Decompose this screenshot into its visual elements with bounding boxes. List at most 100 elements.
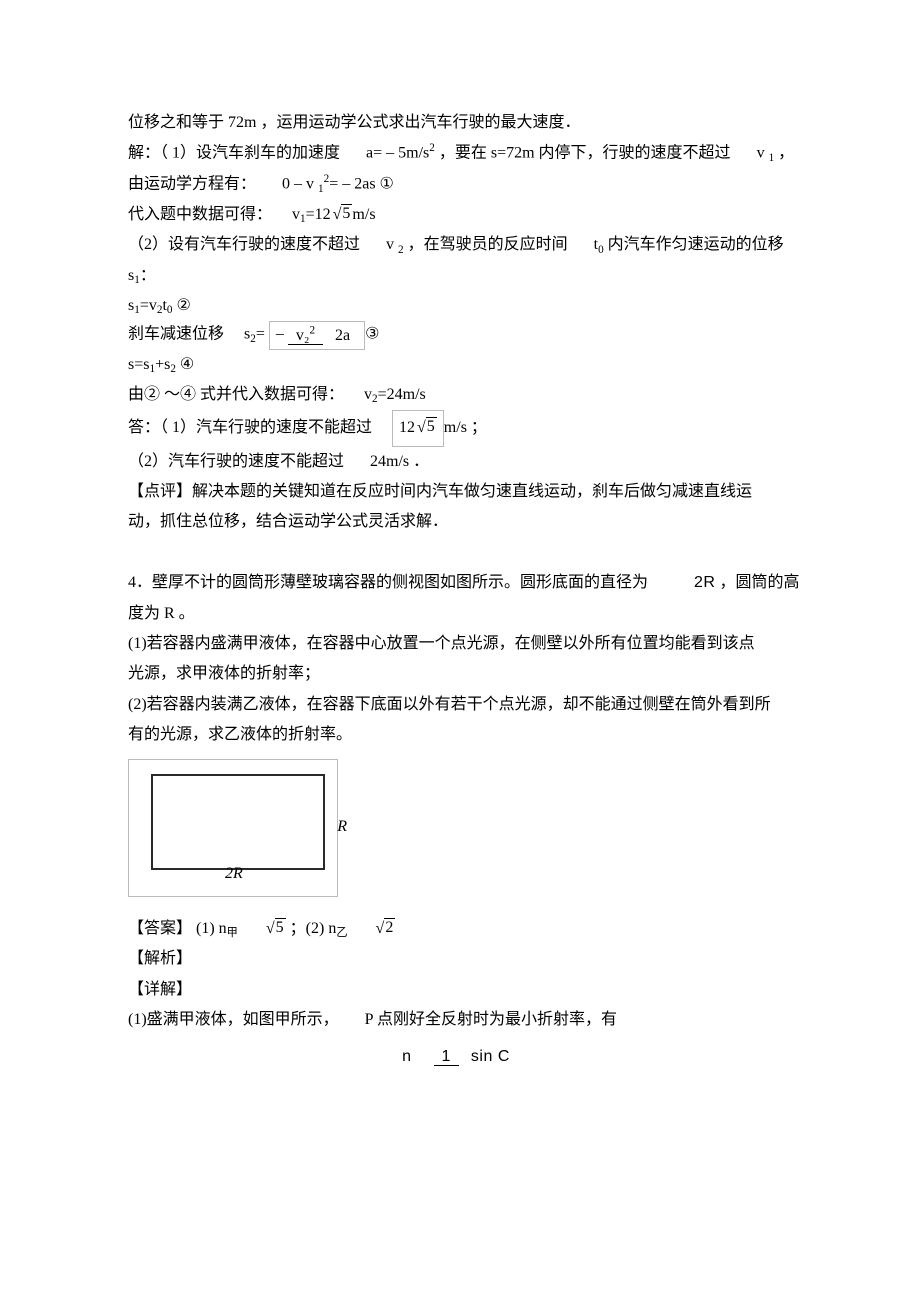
text: = – 2as ①	[329, 175, 394, 192]
text: 由运动学方程有：	[128, 175, 256, 192]
text: 由② ～④ 式并代入数据可得：	[128, 386, 344, 403]
text: m/s	[352, 206, 375, 223]
text: ：	[140, 267, 156, 284]
subscript: 1	[300, 213, 306, 225]
question-line: (2)若容器内装满乙液体，在容器下底面以外有若干个点光源，却不能通过侧壁在筒外看…	[128, 690, 792, 720]
subscript: 2	[157, 304, 163, 316]
subscript: 2	[372, 393, 378, 405]
text: +s	[155, 356, 170, 373]
body-line: （2）汽车行驶的速度不能超过 24m/s ．	[128, 447, 792, 477]
fraction: v₂2 2a	[288, 324, 358, 346]
sqrt-icon: 5	[264, 914, 286, 944]
radicand: 5	[341, 204, 352, 222]
subscript: 1	[769, 152, 775, 164]
var-n: n	[402, 1048, 411, 1065]
text: v	[757, 145, 765, 162]
text: ；(2) n	[290, 920, 337, 937]
exponent: 2	[429, 142, 435, 154]
sqrt-icon: 5	[415, 413, 437, 443]
text: a= – 5m/s	[366, 145, 429, 162]
question-line: 4．壁厚不计的圆筒形薄壁玻璃容器的侧视图如图所示。圆形底面的直径为 2R ，圆筒…	[128, 568, 792, 598]
text: s=s	[128, 356, 149, 373]
label-R: R	[337, 812, 347, 842]
body-line: 由运动学方程有： 0 – v 12= – 2as ①	[128, 169, 792, 200]
numerator: v₂2	[288, 327, 323, 345]
formula-centered: n 1 sin C	[128, 1042, 792, 1073]
text: 24m/s ．	[370, 453, 429, 470]
subscript: 2	[250, 333, 256, 345]
subscript: 1	[149, 363, 155, 375]
neg-sign: –	[276, 326, 284, 343]
body-line: 代入题中数据可得： v1=12 5m/s	[128, 200, 792, 230]
denominator: 2a	[327, 327, 358, 344]
text: ，圆筒的高	[715, 574, 799, 591]
body-line: 【解析】	[128, 944, 792, 974]
text: ③	[365, 326, 379, 343]
subscript: 0	[167, 304, 173, 316]
subscript: 甲	[227, 927, 238, 939]
value-2R: 2R	[694, 574, 715, 591]
body-line: 位移之和等于 72m ，运用运动学公式求出汽车行驶的最大速度．	[128, 108, 792, 138]
text: 代入题中数据可得：	[128, 206, 272, 223]
body-line: 刹车减速位移 s2= – v₂2 2a ③	[128, 321, 792, 349]
text: 位移之和等于	[128, 114, 224, 131]
question-line: 光源，求甲液体的折射率；	[128, 659, 792, 689]
question-line: 度为 R 。	[128, 599, 792, 629]
body-line: s=s1+s2 ④	[128, 350, 792, 380]
denominator: sin C	[463, 1048, 518, 1065]
text: m/s ；	[444, 419, 487, 436]
fraction-image: – v₂2 2a	[269, 321, 365, 349]
subscript: 1	[134, 274, 140, 286]
answer-line: 【答案】 (1) n甲 5 ；(2) n乙 2	[128, 914, 792, 944]
text: v	[364, 386, 372, 403]
text: v	[386, 236, 394, 253]
text: 【答案】 (1) n	[128, 920, 227, 937]
sqrt-icon: 2	[374, 914, 396, 944]
text: 0 – v	[282, 175, 314, 192]
body-line: 由② ～④ 式并代入数据可得： v2=24m/s	[128, 380, 792, 410]
body-line: 动，抓住总位移，结合运动学公式灵活求解．	[128, 507, 792, 537]
subscript: 乙	[336, 927, 347, 939]
subscript: 0	[598, 244, 604, 256]
body-line: (1)盛满甲液体，如图甲所示， P 点刚好全反射时为最小折射率，有	[128, 1005, 792, 1035]
body-line: s1=v2t0 ②	[128, 291, 792, 321]
label-2R: 2R	[225, 859, 243, 889]
text: (1)盛满甲液体，如图甲所示，	[128, 1011, 339, 1028]
text: 72m ，运用运动学公式求出汽车行驶的最大速度．	[224, 114, 580, 131]
question-line: 有的光源，求乙液体的折射率。	[128, 720, 792, 750]
text: =	[256, 326, 265, 343]
text: ④	[176, 356, 194, 373]
boxed-expression: 12 5	[392, 410, 444, 446]
body-line: （2）设有汽车行驶的速度不超过 v 2 ，在驾驶员的反应时间 t0 内汽车作匀速…	[128, 230, 792, 260]
text: ，在驾驶员的反应时间	[408, 236, 568, 253]
radicand: 5	[426, 417, 437, 435]
radicand: 5	[275, 918, 286, 936]
subscript: 2	[170, 363, 176, 375]
num: 12	[399, 419, 415, 436]
text: 内汽车作匀速运动的位移	[608, 236, 784, 253]
text: =24m/s	[378, 386, 426, 403]
sqrt-icon: 5	[331, 200, 353, 230]
text: （2）汽车行驶的速度不能超过	[128, 453, 344, 470]
text: ，	[778, 145, 794, 162]
numerator: 1	[434, 1048, 459, 1066]
text: ，要在 s=72m 内停下，行驶的速度不超过	[439, 145, 731, 162]
text: 4．壁厚不计的圆筒形薄壁玻璃容器的侧视图如图所示。圆形底面的直径为	[128, 574, 648, 591]
body-line: 【详解】	[128, 975, 792, 1005]
text: （2）设有汽车行驶的速度不超过	[128, 236, 360, 253]
question-line: (1)若容器内盛满甲液体，在容器中心放置一个点光源，在侧壁以外所有位置均能看到该…	[128, 629, 792, 659]
body-line: 解：（ 1）设汽车刹车的加速度 a= – 5m/s2 ，要在 s=72m 内停下…	[128, 138, 792, 169]
container-figure: R 2R	[128, 759, 338, 897]
spacer	[128, 538, 792, 568]
text: =12	[306, 206, 331, 223]
subscript: 1	[134, 304, 140, 316]
text: 刹车减速位移	[128, 326, 224, 343]
text: v	[292, 206, 300, 223]
text: ②	[173, 297, 191, 314]
text: 解：（ 1）设汽车刹车的加速度	[128, 145, 340, 162]
rectangle-shape: R 2R	[151, 774, 325, 870]
subscript: 2	[398, 244, 404, 256]
body-line: 【点评】解决本题的关键知道在反应时间内汽车做匀速直线运动，刹车后做匀减速直线运	[128, 477, 792, 507]
radicand: 2	[384, 918, 395, 936]
text: 答：（ 1）汽车行驶的速度不能超过	[128, 419, 372, 436]
